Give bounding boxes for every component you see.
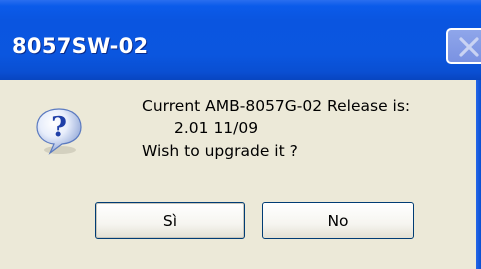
title-bar[interactable]: 8057SW-02 [0,0,481,80]
close-button[interactable] [446,28,481,64]
close-icon [459,37,479,57]
window-title: 8057SW-02 [12,34,149,58]
yes-button[interactable]: Sì [95,202,245,239]
yes-button-label: Sì [162,211,178,230]
message-line-3: Wish to upgrade it ? [142,142,298,160]
message-line-1: Current AMB-8057G-02 Release is: [142,97,411,115]
message-dialog: 8057SW-02 ? Current AMB-8057G-02 Release… [0,0,481,269]
no-button[interactable]: No [262,202,414,239]
no-button-label: No [327,211,349,230]
question-icon: ? [36,108,82,155]
window-frame-edge [476,80,481,269]
svg-text:?: ? [51,112,67,143]
message-line-2: 2.01 11/09 [174,119,259,137]
